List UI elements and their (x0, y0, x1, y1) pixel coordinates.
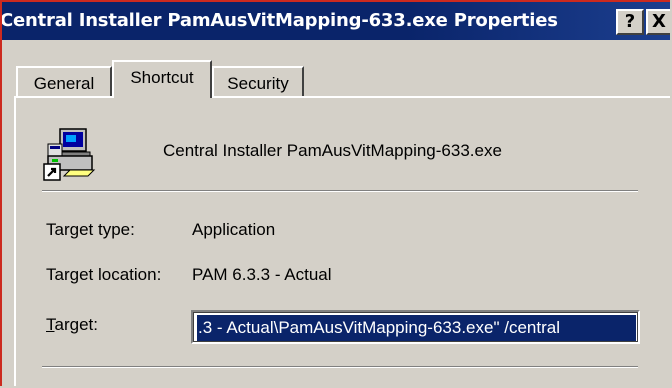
tab-general[interactable]: General (16, 66, 112, 96)
shortcut-name: Central Installer PamAusVitMapping-633.e… (163, 141, 502, 160)
separator (42, 366, 638, 368)
tab-shortcut[interactable]: Shortcut (112, 60, 212, 98)
target-location-value: PAM 6.3.3 - Actual (192, 265, 332, 284)
close-button[interactable]: X (646, 9, 670, 35)
window-title: Central Installer PamAusVitMapping-633.e… (0, 10, 558, 31)
target-label-text: arget: (54, 315, 98, 334)
target-type-label: Target type: (46, 220, 135, 239)
target-location-label: Target location: (46, 265, 162, 284)
application-shortcut-icon (43, 128, 96, 181)
help-button[interactable]: ? (616, 9, 644, 35)
target-input-selection[interactable]: .3 - Actual\PamAusVitMapping-633.exe" /c… (197, 315, 636, 341)
target-label: Target: (46, 315, 98, 335)
target-label-accelerator: T (46, 315, 55, 334)
tab-security[interactable]: Security (212, 66, 304, 96)
properties-dialog: Central Installer PamAusVitMapping-633.e… (0, 0, 670, 386)
separator (42, 190, 638, 192)
target-input[interactable]: .3 - Actual\PamAusVitMapping-633.exe" /c… (191, 310, 640, 344)
target-type-value: Application (192, 220, 276, 239)
title-bar[interactable]: Central Installer PamAusVitMapping-633.e… (2, 2, 670, 40)
